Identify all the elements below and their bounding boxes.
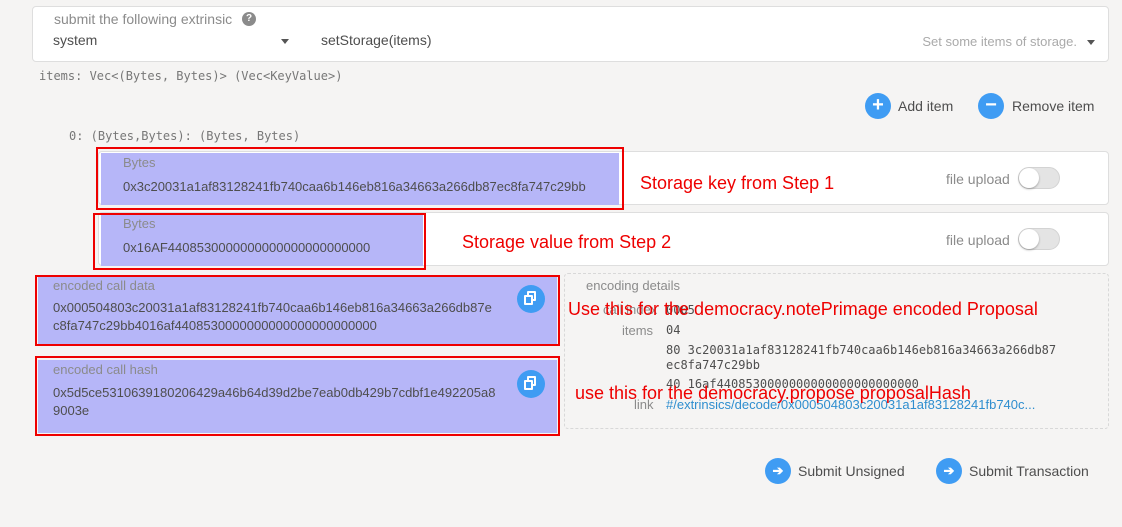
toggle-knob xyxy=(1019,168,1039,188)
highlight-box xyxy=(93,213,426,270)
help-icon[interactable]: ? xyxy=(242,12,256,26)
item1-line1: 80 3c20031a1af83128241fb740caa6b146eb816… xyxy=(666,343,1057,357)
toggle-knob xyxy=(1019,229,1039,249)
add-item-label: Add item xyxy=(898,98,954,114)
remove-item-label: Remove item xyxy=(1012,98,1095,114)
sign-in-icon: ➔ xyxy=(765,458,791,484)
items-type-label: items: Vec<(Bytes, Bytes)> (Vec<KeyValue… xyxy=(39,69,343,83)
extrinsic-selector: submit the following extrinsic ? system … xyxy=(32,6,1109,62)
file-upload-toggle[interactable] xyxy=(1018,167,1060,189)
method-dropdown[interactable]: setStorage(items) Set some items of stor… xyxy=(321,32,1097,54)
annotation-call-data: Use this for the democracy.notePrimage e… xyxy=(568,299,1038,319)
extrinsic-label: submit the following extrinsic xyxy=(54,11,233,27)
module-value: system xyxy=(53,32,98,48)
highlight-box xyxy=(96,147,624,210)
annotation-storage-key: Storage key from Step 1 xyxy=(640,173,835,193)
submit-transaction-button[interactable]: ➔ Submit Transaction xyxy=(936,457,1101,485)
submit-unsigned-label: Submit Unsigned xyxy=(798,463,905,479)
chevron-down-icon xyxy=(281,39,289,44)
minus-icon: − xyxy=(978,93,1004,119)
submit-transaction-label: Submit Transaction xyxy=(969,463,1089,479)
highlight-box xyxy=(35,275,560,346)
highlight-box xyxy=(35,356,560,436)
plus-icon: + xyxy=(865,93,891,119)
chevron-down-icon xyxy=(1087,40,1095,45)
encoding-details-title: encoding details xyxy=(586,278,680,293)
annotation-call-hash: use this for the democracy.propose propo… xyxy=(575,383,971,403)
file-upload-label: file upload xyxy=(946,171,1010,187)
items-label: items xyxy=(622,323,654,338)
items-count: 04 xyxy=(666,323,681,337)
tuple-label: 0: (Bytes,Bytes): (Bytes, Bytes) xyxy=(69,129,301,143)
module-dropdown[interactable]: system xyxy=(53,32,291,54)
encoding-details-panel: encoding details call index 0005 items 0… xyxy=(564,273,1109,429)
file-upload-label: file upload xyxy=(946,232,1010,248)
remove-item-button[interactable]: − Remove item xyxy=(978,93,1098,121)
file-upload-toggle[interactable] xyxy=(1018,228,1060,250)
submit-unsigned-button[interactable]: ➔ Submit Unsigned xyxy=(765,457,915,485)
sign-in-icon: ➔ xyxy=(936,458,962,484)
method-value: setStorage(items) xyxy=(321,32,432,48)
item1-line2: ec8fa747c29bb xyxy=(666,358,760,372)
annotation-storage-value: Storage value from Step 2 xyxy=(462,232,672,252)
method-description: Set some items of storage. xyxy=(922,34,1077,49)
add-item-button[interactable]: + Add item xyxy=(865,93,967,121)
